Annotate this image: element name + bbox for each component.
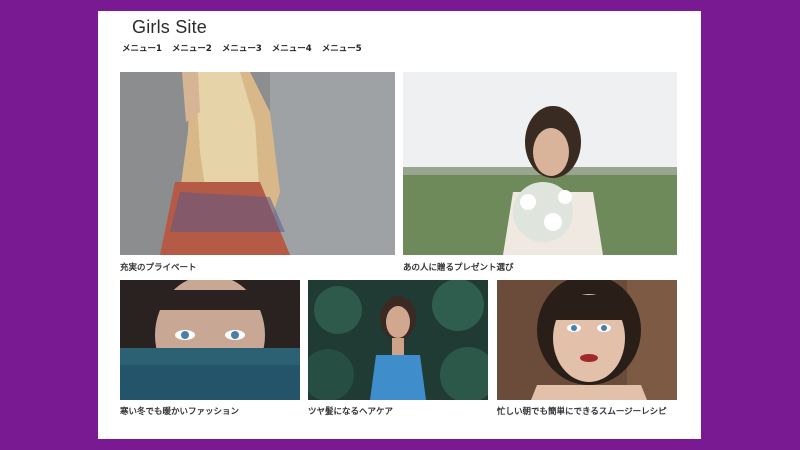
article-caption-2[interactable]: あの人に贈るプレゼント選び [403, 261, 514, 273]
article-caption-4[interactable]: ツヤ髪になるヘアケア [308, 405, 393, 417]
article-caption-5[interactable]: 忙しい朝でも簡単にできるスムージーレシピ [497, 405, 667, 417]
nav-item-1[interactable]: メニュー1 [122, 42, 162, 54]
page-container: Girls Site メニュー1 メニュー2 メニュー3 メニュー4 メニュー5… [98, 11, 701, 439]
article-image-3[interactable] [120, 280, 300, 400]
article-card-1[interactable]: 充実のプライベート [120, 72, 395, 277]
article-card-3[interactable]: 寒い冬でも暖かいファッション [120, 280, 300, 420]
article-caption-3[interactable]: 寒い冬でも暖かいファッション [120, 405, 239, 417]
nav-item-5[interactable]: メニュー5 [322, 42, 362, 54]
main-nav: メニュー1 メニュー2 メニュー3 メニュー4 メニュー5 [122, 42, 362, 54]
nav-item-3[interactable]: メニュー3 [222, 42, 262, 54]
article-image-5[interactable] [497, 280, 677, 400]
article-image-4[interactable] [308, 280, 488, 400]
article-image-1[interactable] [120, 72, 395, 255]
site-title[interactable]: Girls Site [132, 17, 207, 38]
article-image-2[interactable] [403, 72, 677, 255]
nav-item-2[interactable]: メニュー2 [172, 42, 212, 54]
nav-item-4[interactable]: メニュー4 [272, 42, 312, 54]
article-card-5[interactable]: 忙しい朝でも簡単にできるスムージーレシピ [497, 280, 677, 420]
article-card-2[interactable]: あの人に贈るプレゼント選び [403, 72, 677, 277]
article-caption-1[interactable]: 充実のプライベート [120, 261, 197, 273]
article-card-4[interactable]: ツヤ髪になるヘアケア [308, 280, 488, 420]
